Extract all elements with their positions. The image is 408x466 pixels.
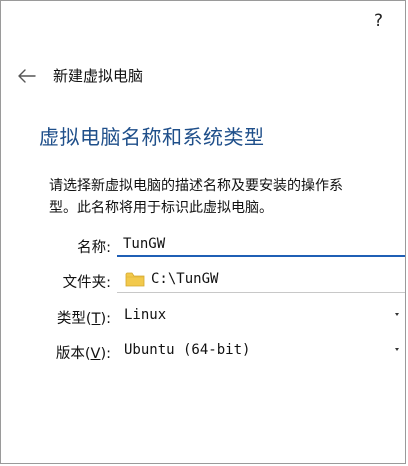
version-row: 版本(V): Ubuntu (64-bit) [1,336,405,366]
folder-path: C:\TunGW [151,270,219,287]
description-text: 请选择新虚拟电脑的描述名称及要安装的操作系 型。此名称将用于标识此虚拟电脑。 [49,175,405,219]
version-label-prefix: 版本( [55,346,91,362]
back-button[interactable] [17,66,37,86]
dialog-window: ? 新建虚拟电脑 虚拟电脑名称和系统类型 请选择新虚拟电脑的描述名称及要安装的操… [0,0,406,464]
folder-label: 文件夹: [62,275,111,291]
version-label-suffix: ): [100,346,111,362]
type-label-prefix: 类型( [56,311,92,327]
dialog-header: 新建虚拟电脑 [17,65,143,86]
version-select[interactable]: Ubuntu (64-bit) [117,336,405,364]
page-title: 虚拟电脑名称和系统类型 [39,125,265,149]
version-label: 版本(V): [56,342,111,363]
type-select-value: Linux [124,307,167,323]
description-line-2: 型。此名称将用于标识此虚拟电脑。 [49,200,273,216]
chevron-down-icon [395,313,399,316]
type-select[interactable]: Linux [117,301,405,329]
folder-row: 文件夹: C:\TunGW [1,265,405,295]
help-button[interactable]: ? [374,13,383,30]
type-label: 类型(T): [57,307,111,328]
arrow-left-icon [18,68,36,83]
type-row: 类型(T): Linux [1,301,405,331]
name-label: 名称: [77,240,111,256]
version-select-value: Ubuntu (64-bit) [124,342,251,358]
folder-selector[interactable]: C:\TunGW [117,265,405,293]
description-line-1: 请选择新虚拟电脑的描述名称及要安装的操作系 [49,178,343,194]
chevron-down-icon [395,348,399,351]
window-title: 新建虚拟电脑 [53,67,144,85]
name-row: 名称: [1,230,405,260]
folder-icon [125,272,145,286]
name-input[interactable] [117,230,405,257]
type-label-suffix: ): [100,311,111,327]
version-label-key: V [90,346,101,362]
